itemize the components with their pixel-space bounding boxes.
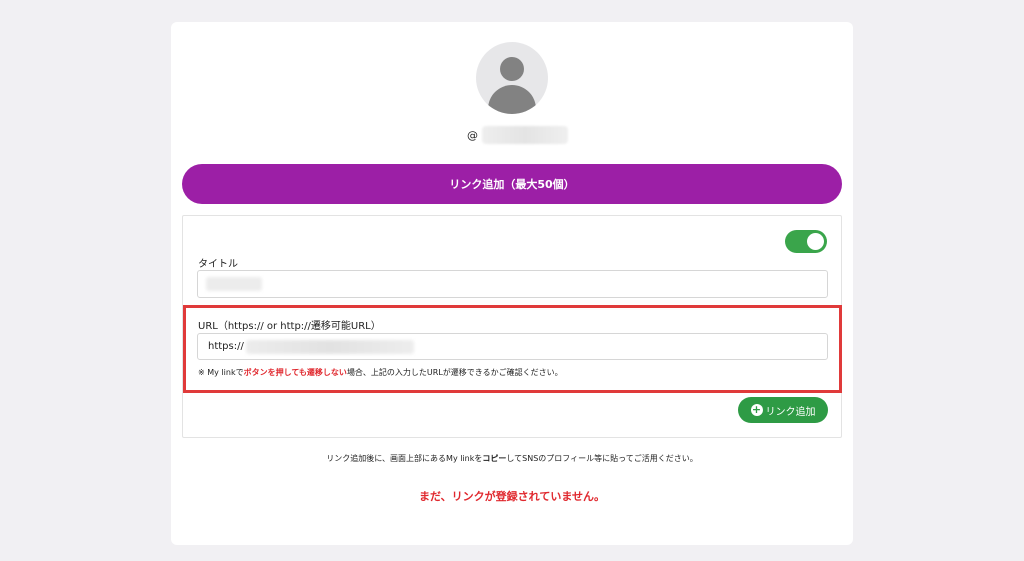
help-text-post: してSNSのプロフィール等に貼ってご活用ください。 [506,454,698,463]
username: @ [467,125,568,145]
username-redacted [482,126,568,144]
help-text-pre: リンク追加後に、画面上部にあるMy linkを [326,454,483,463]
plus-circle-icon: + [750,403,763,416]
url-label: URL（https:// or http://遷移可能URL） [198,321,381,332]
avatar [476,42,548,114]
title-value-redacted [206,277,262,291]
empty-state-message: まだ、リンクが登録されていません。 [418,490,605,503]
at-symbol: @ [467,128,478,142]
avatar-body-icon [488,85,536,114]
toggle-knob [807,233,824,250]
url-note-warning: ボタンを押しても遷移しない [243,368,347,377]
visibility-toggle[interactable] [785,230,827,253]
title-label: タイトル [198,259,238,270]
url-value-prefix: https:// [208,341,244,352]
url-note: ※ My linkでボタンを押しても遷移しない場合、上記の入力したURLが遷移で… [198,367,563,378]
url-section-highlight: URL（https:// or http://遷移可能URL） https://… [183,305,842,393]
link-form-panel: タイトル URL（https:// or http://遷移可能URL） htt… [182,215,842,438]
url-input[interactable]: https:// [197,333,828,360]
url-note-post: 場合、上記の入力したURLが遷移できるかご確認ください。 [346,368,563,377]
avatar-head-icon [500,57,524,81]
help-text-bold: コピー [482,454,507,463]
url-note-pre: ※ My linkで [198,368,244,377]
add-link-button[interactable]: + リンク追加 [738,397,828,423]
profile-card: @ リンク追加（最大50個） タイトル URL（https:// or http… [171,22,853,545]
help-text: リンク追加後に、画面上部にあるMy linkをコピーしてSNSのプロフィール等に… [171,453,853,464]
add-link-max-button[interactable]: リンク追加（最大50個） [182,164,842,204]
url-value-redacted [245,339,414,354]
add-link-label: リンク追加 [765,406,816,418]
title-input[interactable] [197,270,828,298]
